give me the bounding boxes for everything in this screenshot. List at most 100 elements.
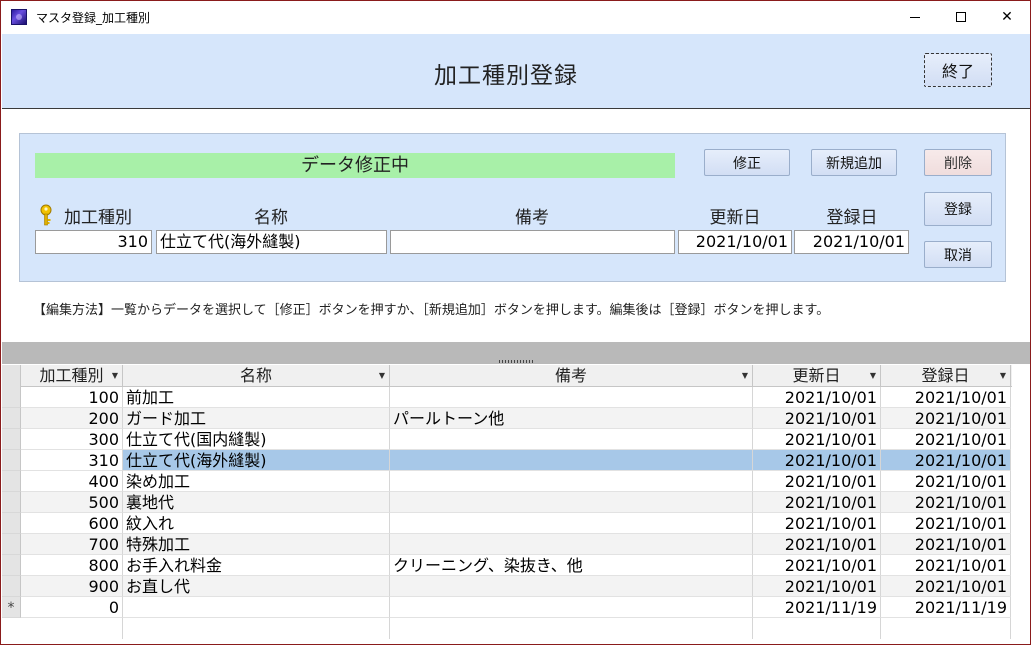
cell-remarks[interactable]: パールトーン他 — [390, 408, 753, 429]
cell-registered[interactable]: 2021/11/19 — [881, 597, 1011, 618]
cell-registered[interactable]: 2021/10/01 — [881, 492, 1011, 513]
cell-updated[interactable]: 2021/10/01 — [753, 471, 881, 492]
sort-dropdown-icon[interactable]: ▼ — [112, 365, 118, 387]
cell-remarks[interactable] — [390, 513, 753, 534]
cell-name[interactable]: 染め加工 — [123, 471, 390, 492]
cell-remarks[interactable] — [390, 387, 753, 408]
cell-name[interactable]: 特殊加工 — [123, 534, 390, 555]
table-row[interactable]: 300 仕立て代(国内縫製) 2021/10/01 2021/10/01 — [2, 429, 1012, 450]
updated-date-field[interactable]: 2021/10/01 — [678, 230, 792, 254]
table-row[interactable]: 600 紋入れ 2021/10/01 2021/10/01 — [2, 513, 1012, 534]
cell-updated[interactable]: 2021/10/01 — [753, 534, 881, 555]
cell-remarks[interactable] — [390, 576, 753, 597]
cell-code[interactable]: 600 — [21, 513, 123, 534]
code-field[interactable]: 310 — [35, 230, 152, 254]
record-selector[interactable] — [2, 429, 21, 450]
cell-code[interactable]: 100 — [21, 387, 123, 408]
table-row[interactable]: 100 前加工 2021/10/01 2021/10/01 — [2, 387, 1012, 408]
cell-code[interactable]: 500 — [21, 492, 123, 513]
cell-updated[interactable]: 2021/10/01 — [753, 387, 881, 408]
remarks-field[interactable] — [390, 230, 675, 254]
splitter-grip-icon[interactable] — [499, 360, 533, 363]
cell-code[interactable]: 0 — [21, 597, 123, 618]
cell-code[interactable]: 300 — [21, 429, 123, 450]
minimize-button[interactable] — [892, 1, 938, 33]
cell-name[interactable]: 裏地代 — [123, 492, 390, 513]
cell-updated[interactable]: 2021/10/01 — [753, 513, 881, 534]
register-button[interactable]: 登録 — [924, 192, 992, 226]
cell-code[interactable]: 310 — [21, 450, 123, 471]
table-row[interactable]: 400 染め加工 2021/10/01 2021/10/01 — [2, 471, 1012, 492]
cell-remarks[interactable]: クリーニング、染抜き、他 — [390, 555, 753, 576]
cell-code[interactable]: 700 — [21, 534, 123, 555]
table-row[interactable]: 500 裏地代 2021/10/01 2021/10/01 — [2, 492, 1012, 513]
cell-updated[interactable]: 2021/10/01 — [753, 429, 881, 450]
registered-date-field[interactable]: 2021/10/01 — [794, 230, 909, 254]
edit-button[interactable]: 修正 — [704, 149, 790, 176]
cell-code[interactable]: 900 — [21, 576, 123, 597]
table-row[interactable]: 900 お直し代 2021/10/01 2021/10/01 — [2, 576, 1012, 597]
cell-remarks[interactable] — [390, 471, 753, 492]
maximize-button[interactable] — [938, 1, 984, 33]
cell-registered[interactable]: 2021/10/01 — [881, 534, 1011, 555]
sort-dropdown-icon[interactable]: ▼ — [1000, 365, 1006, 387]
sort-dropdown-icon[interactable]: ▼ — [379, 365, 385, 387]
cell-updated[interactable]: 2021/10/01 — [753, 408, 881, 429]
cell-remarks[interactable] — [390, 597, 753, 618]
record-selector[interactable] — [2, 387, 21, 408]
add-new-button[interactable]: 新規追加 — [811, 149, 897, 176]
record-selector[interactable] — [2, 471, 21, 492]
table-row[interactable]: 800 お手入れ料金 クリーニング、染抜き、他 2021/10/01 2021/10/0… — [2, 555, 1012, 576]
cell-updated[interactable]: 2021/10/01 — [753, 492, 881, 513]
select-all-corner[interactable] — [2, 365, 21, 387]
cell-name[interactable]: ガード加工 — [123, 408, 390, 429]
cell-name[interactable]: 紋入れ — [123, 513, 390, 534]
cell-remarks[interactable] — [390, 450, 753, 471]
col-header-code[interactable]: 加工種別 ▼ — [21, 365, 123, 387]
cell-name[interactable] — [123, 597, 390, 618]
name-field[interactable]: 仕立て代(海外縫製) — [156, 230, 387, 254]
cell-registered[interactable]: 2021/10/01 — [881, 576, 1011, 597]
col-header-name[interactable]: 名称 ▼ — [123, 365, 390, 387]
cell-updated[interactable]: 2021/10/01 — [753, 555, 881, 576]
cell-name[interactable]: 仕立て代(海外縫製) — [123, 450, 390, 471]
cell-name[interactable]: 前加工 — [123, 387, 390, 408]
cell-name[interactable]: お直し代 — [123, 576, 390, 597]
cell-remarks[interactable] — [390, 492, 753, 513]
cell-updated[interactable]: 2021/11/19 — [753, 597, 881, 618]
record-selector[interactable] — [2, 576, 21, 597]
cell-registered[interactable]: 2021/10/01 — [881, 513, 1011, 534]
cell-remarks[interactable] — [390, 534, 753, 555]
exit-button[interactable]: 終了 — [924, 53, 992, 87]
table-row[interactable]: 700 特殊加工 2021/10/01 2021/10/01 — [2, 534, 1012, 555]
col-header-registered[interactable]: 登録日 ▼ — [881, 365, 1011, 387]
new-record-row[interactable]: * 0 2021/11/19 2021/11/19 — [2, 597, 1012, 618]
delete-button[interactable]: 削除 — [924, 149, 992, 176]
cell-registered[interactable]: 2021/10/01 — [881, 387, 1011, 408]
cancel-button[interactable]: 取消 — [924, 241, 992, 268]
cell-name[interactable]: お手入れ料金 — [123, 555, 390, 576]
col-header-remarks[interactable]: 備考 ▼ — [390, 365, 753, 387]
cell-updated[interactable]: 2021/10/01 — [753, 576, 881, 597]
record-selector[interactable] — [2, 534, 21, 555]
cell-remarks[interactable] — [390, 429, 753, 450]
record-selector[interactable]: * — [2, 597, 21, 618]
record-selector[interactable] — [2, 555, 21, 576]
sort-dropdown-icon[interactable]: ▼ — [870, 365, 876, 387]
cell-registered[interactable]: 2021/10/01 — [881, 408, 1011, 429]
cell-registered[interactable]: 2021/10/01 — [881, 555, 1011, 576]
cell-code[interactable]: 200 — [21, 408, 123, 429]
table-row[interactable]: 200 ガード加工 パールトーン他 2021/10/01 2021/10/01 — [2, 408, 1012, 429]
cell-code[interactable]: 800 — [21, 555, 123, 576]
col-header-updated[interactable]: 更新日 ▼ — [753, 365, 881, 387]
cell-registered[interactable]: 2021/10/01 — [881, 429, 1011, 450]
record-selector[interactable] — [2, 450, 21, 471]
cell-registered[interactable]: 2021/10/01 — [881, 450, 1011, 471]
record-selector[interactable] — [2, 492, 21, 513]
sort-dropdown-icon[interactable]: ▼ — [742, 365, 748, 387]
close-button[interactable]: ✕ — [984, 1, 1030, 33]
cell-registered[interactable]: 2021/10/01 — [881, 471, 1011, 492]
table-row[interactable]: 310 仕立て代(海外縫製) 2021/10/01 2021/10/01 — [2, 450, 1012, 471]
record-selector[interactable] — [2, 513, 21, 534]
cell-code[interactable]: 400 — [21, 471, 123, 492]
